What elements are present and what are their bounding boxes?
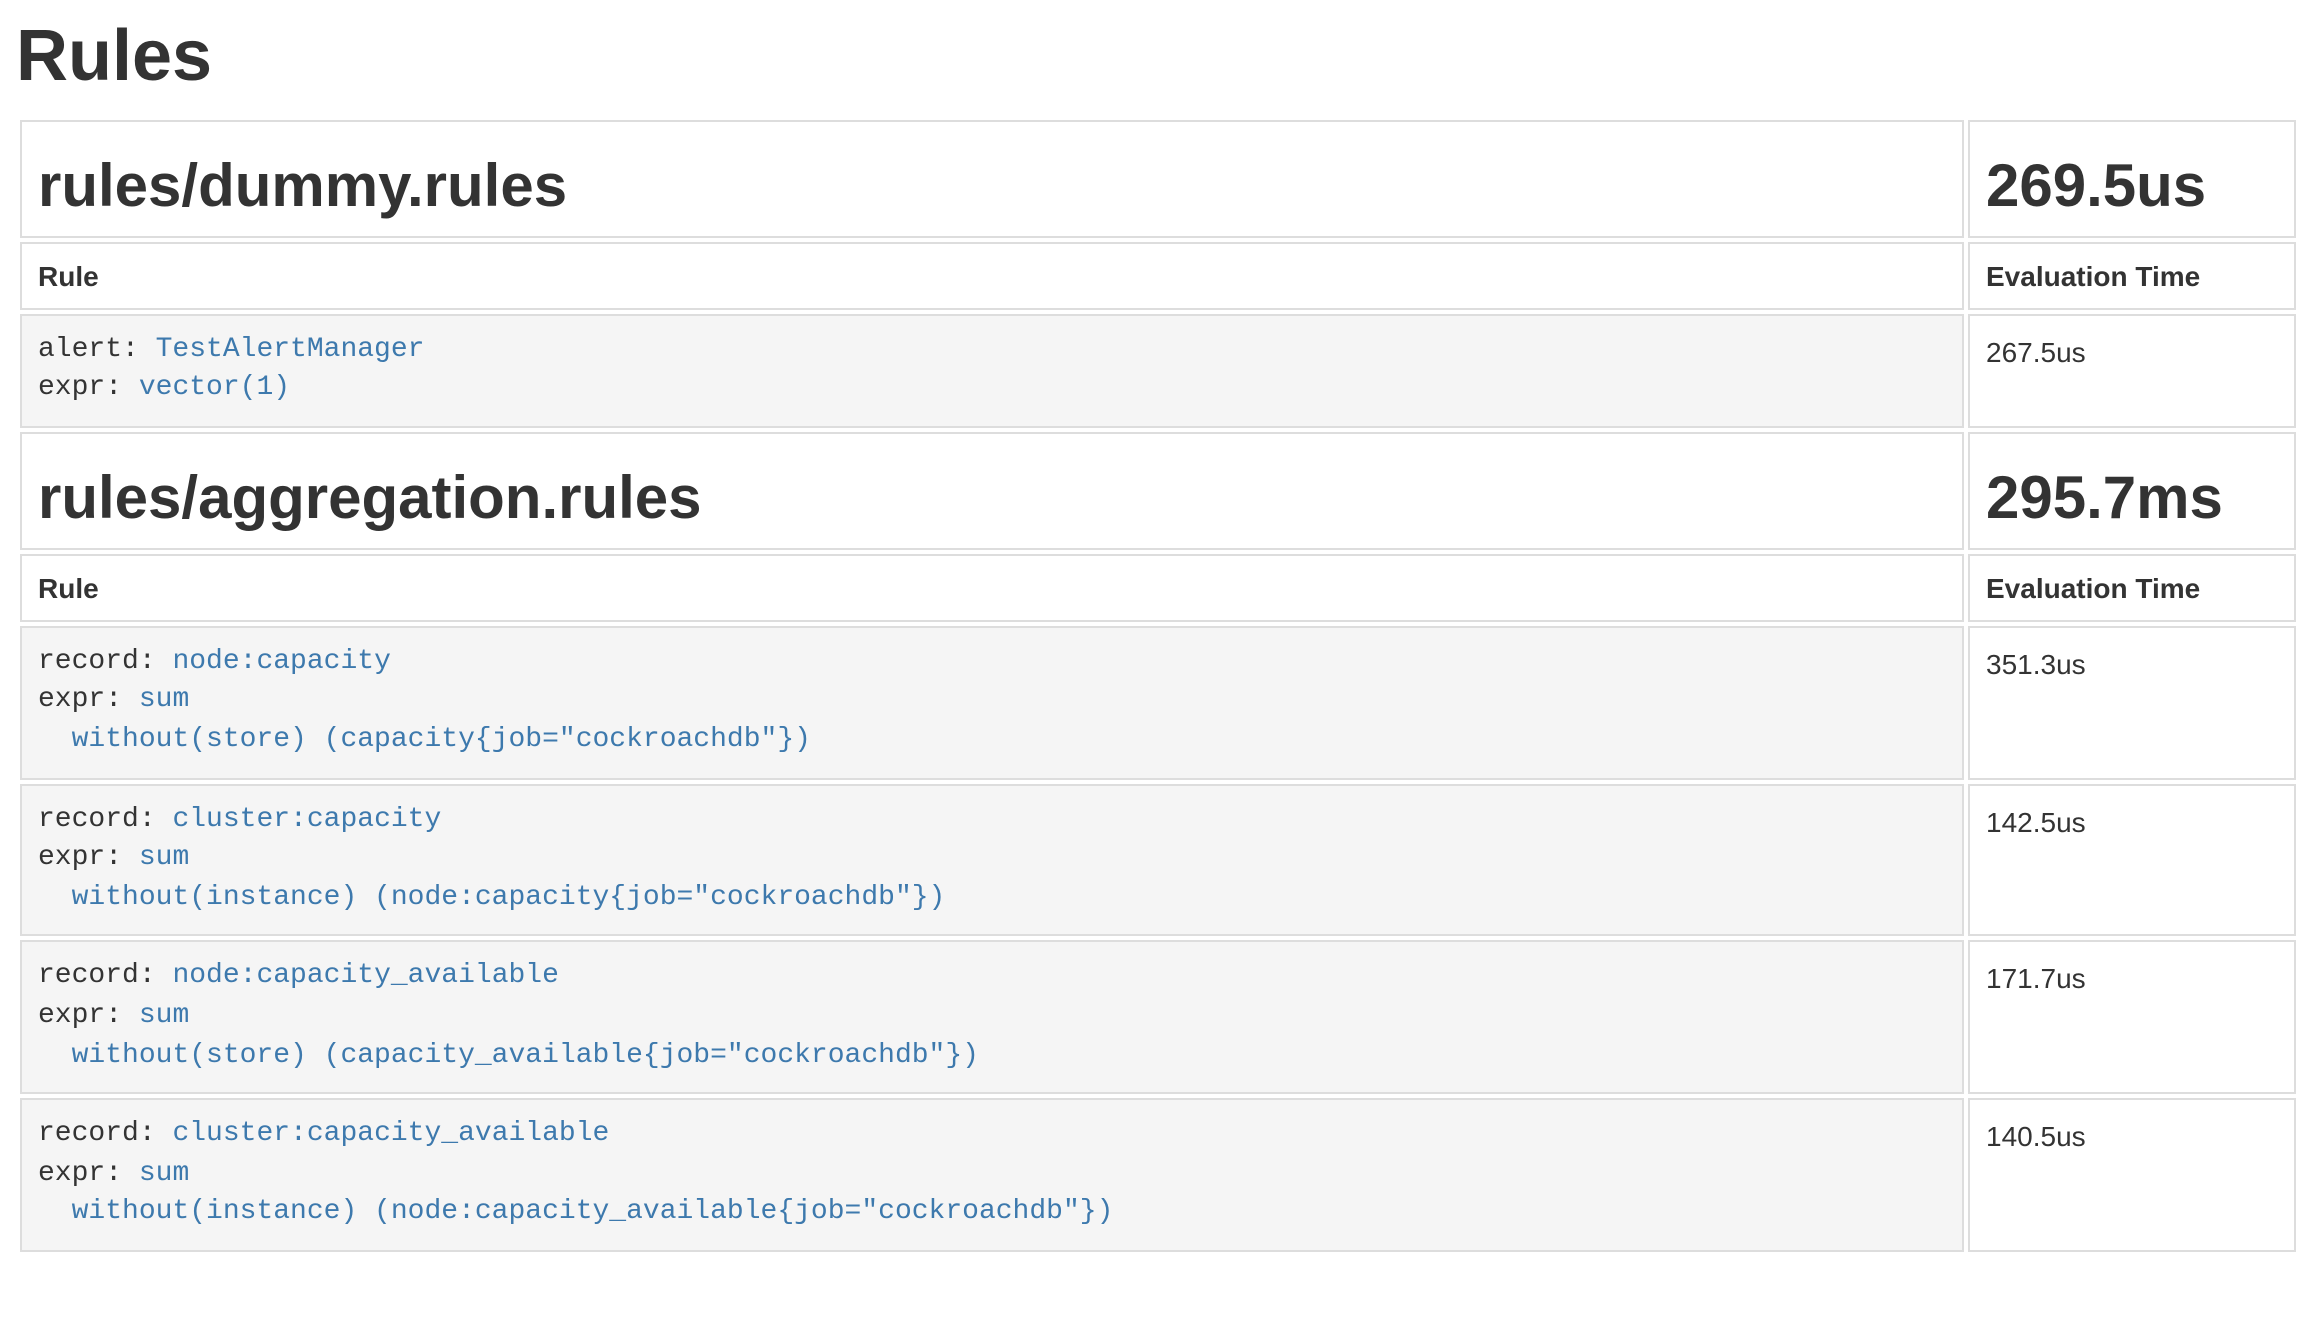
rule-code-text: record:	[38, 961, 172, 993]
rule-link[interactable]: cluster:capacity	[172, 803, 441, 835]
rule-code-text: record:	[38, 646, 172, 678]
rule-evaluation-time: 140.5us	[1968, 1098, 2296, 1252]
group-header-row: rules/aggregation.rules 295.7ms	[20, 432, 2296, 550]
rule-cell: record: cluster:capacity_available expr:…	[20, 1098, 1964, 1252]
group-name-cell: rules/aggregation.rules	[20, 432, 1964, 550]
rule-code-text: expr:	[38, 1157, 139, 1189]
rule-code-text: record:	[38, 803, 172, 835]
group-name-cell: rules/dummy.rules	[20, 119, 1964, 237]
rules-page: Rules rules/dummy.rules269.5usRuleEvalua…	[0, 0, 2316, 1322]
rule-link[interactable]: sum without(instance) (node:capacity_ava…	[38, 1157, 1113, 1228]
evaluation-time-column-header: Evaluation Time	[1968, 241, 2296, 309]
rule-code: record: node:capacity expr: sum without(…	[38, 644, 1946, 762]
rule-cell: alert: TestAlertManager expr: vector(1)	[20, 313, 1964, 427]
group-header-row: rules/dummy.rules 269.5us	[20, 119, 2296, 237]
rule-row: record: cluster:capacity expr: sum witho…	[20, 783, 2296, 937]
rule-link[interactable]: sum without(instance) (node:capacity{job…	[38, 842, 945, 913]
rule-code: record: cluster:capacity expr: sum witho…	[38, 801, 1946, 919]
rule-link[interactable]: TestAlertManager	[156, 333, 425, 365]
column-header-row: RuleEvaluation Time	[20, 554, 2296, 622]
rule-code: record: cluster:capacity_available expr:…	[38, 1116, 1946, 1234]
rule-code-text: expr:	[38, 842, 139, 874]
rule-link[interactable]: vector(1)	[139, 372, 290, 404]
rule-code-text: expr:	[38, 1000, 139, 1032]
rule-link[interactable]: sum without(store) (capacity_available{j…	[38, 1000, 979, 1071]
group-name: rules/aggregation.rules	[38, 466, 1946, 532]
rule-evaluation-time: 142.5us	[1968, 783, 2296, 937]
rule-column-header: Rule	[20, 554, 1964, 622]
page-title: Rules	[16, 16, 2300, 95]
rule-cell: record: node:capacity_available expr: su…	[20, 941, 1964, 1095]
rule-cell: record: cluster:capacity expr: sum witho…	[20, 783, 1964, 937]
rules-table-body: rules/dummy.rules269.5usRuleEvaluation T…	[20, 119, 2296, 1252]
group-evaluation-time: 295.7ms	[1986, 466, 2278, 532]
group-evaluation-time-cell: 295.7ms	[1968, 432, 2296, 550]
rule-link[interactable]: sum without(store) (capacity{job="cockro…	[38, 685, 811, 756]
column-header-row: RuleEvaluation Time	[20, 241, 2296, 309]
rule-link[interactable]: node:capacity	[172, 646, 390, 678]
rule-evaluation-time: 267.5us	[1968, 313, 2296, 427]
rule-row: record: node:capacity expr: sum without(…	[20, 626, 2296, 780]
rule-row: alert: TestAlertManager expr: vector(1) 2…	[20, 313, 2296, 427]
rule-cell: record: node:capacity expr: sum without(…	[20, 626, 1964, 780]
rule-code: alert: TestAlertManager expr: vector(1)	[38, 331, 1946, 409]
rule-column-header: Rule	[20, 241, 1964, 309]
group-evaluation-time: 269.5us	[1986, 153, 2278, 219]
rule-row: record: node:capacity_available expr: su…	[20, 941, 2296, 1095]
rule-evaluation-time: 171.7us	[1968, 941, 2296, 1095]
rule-code-text: alert:	[38, 333, 156, 365]
rule-link[interactable]: cluster:capacity_available	[172, 1118, 609, 1150]
rule-link[interactable]: node:capacity_available	[172, 961, 558, 993]
rule-code-text: record:	[38, 1118, 172, 1150]
rule-code: record: node:capacity_available expr: su…	[38, 959, 1946, 1077]
rules-table: rules/dummy.rules269.5usRuleEvaluation T…	[16, 115, 2300, 1256]
rule-evaluation-time: 351.3us	[1968, 626, 2296, 780]
rule-code-text: expr:	[38, 372, 139, 404]
rule-code-text: expr:	[38, 685, 139, 717]
rule-row: record: cluster:capacity_available expr:…	[20, 1098, 2296, 1252]
group-evaluation-time-cell: 269.5us	[1968, 119, 2296, 237]
group-name: rules/dummy.rules	[38, 153, 1946, 219]
evaluation-time-column-header: Evaluation Time	[1968, 554, 2296, 622]
